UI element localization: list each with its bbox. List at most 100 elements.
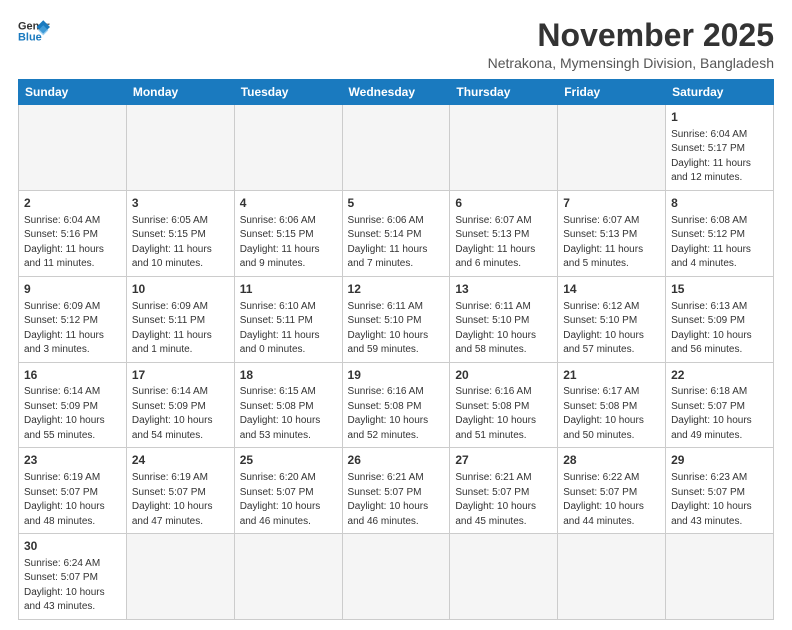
day-info: Sunrise: 6:06 AM Sunset: 5:14 PM Dayligh… xyxy=(348,214,445,272)
calendar-week-row: 23Sunrise: 6:19 AM Sunset: 5:07 PM Dayli… xyxy=(19,448,774,534)
table-row: 5 Sunrise: 6:06 AM Sunset: 5:14 PM Daylig… xyxy=(342,190,450,276)
day-info: Sunrise: 6:19 AM Sunset: 5:07 PM Dayligh… xyxy=(24,471,121,529)
day-info: Sunrise: 6:04 AM Sunset: 5:17 PM Dayligh… xyxy=(671,128,768,186)
day-number: 27 xyxy=(455,452,552,469)
table-row: 30Sunrise: 6:24 AM Sunset: 5:07 PM Dayli… xyxy=(19,534,127,620)
day-info: Sunrise: 6:22 AM Sunset: 5:07 PM Dayligh… xyxy=(563,471,660,529)
svg-text:Blue: Blue xyxy=(18,31,42,43)
day-number: 14 xyxy=(563,281,660,298)
day-info: Sunrise: 6:18 AM Sunset: 5:07 PM Dayligh… xyxy=(671,385,768,443)
day-info: Sunrise: 6:21 AM Sunset: 5:07 PM Dayligh… xyxy=(455,471,552,529)
day-info: Sunrise: 6:07 AM Sunset: 5:13 PM Dayligh… xyxy=(455,214,552,272)
day-info: Sunrise: 6:17 AM Sunset: 5:08 PM Dayligh… xyxy=(563,385,660,443)
table-row: 8 Sunrise: 6:08 AM Sunset: 5:12 PM Daylig… xyxy=(666,190,774,276)
table-row: 27 Sunrise: 6:21 AM Sunset: 5:07 PM Dayli… xyxy=(450,448,558,534)
day-info: Sunrise: 6:12 AM Sunset: 5:10 PM Dayligh… xyxy=(563,300,660,358)
col-saturday: Saturday xyxy=(666,80,774,105)
table-row xyxy=(234,105,342,191)
day-info: Sunrise: 6:08 AM Sunset: 5:12 PM Dayligh… xyxy=(671,214,768,272)
day-number: 5 xyxy=(348,195,445,212)
table-row: 22Sunrise: 6:18 AM Sunset: 5:07 PM Dayli… xyxy=(666,362,774,448)
table-row: 6 Sunrise: 6:07 AM Sunset: 5:13 PM Daylig… xyxy=(450,190,558,276)
calendar-week-row: 1 Sunrise: 6:04 AM Sunset: 5:17 PM Daylig… xyxy=(19,105,774,191)
table-row: 24 Sunrise: 6:19 AM Sunset: 5:07 PM Dayli… xyxy=(126,448,234,534)
day-info: Sunrise: 6:14 AM Sunset: 5:09 PM Dayligh… xyxy=(132,385,229,443)
table-row xyxy=(666,534,774,620)
day-number: 11 xyxy=(240,281,337,298)
day-number: 1 xyxy=(671,109,768,126)
col-wednesday: Wednesday xyxy=(342,80,450,105)
table-row: 17Sunrise: 6:14 AM Sunset: 5:09 PM Dayli… xyxy=(126,362,234,448)
table-row xyxy=(558,534,666,620)
day-number: 3 xyxy=(132,195,229,212)
col-sunday: Sunday xyxy=(19,80,127,105)
table-row: 9 Sunrise: 6:09 AM Sunset: 5:12 PM Daylig… xyxy=(19,276,127,362)
table-row: 14 Sunrise: 6:12 AM Sunset: 5:10 PM Dayli… xyxy=(558,276,666,362)
day-info: Sunrise: 6:19 AM Sunset: 5:07 PM Dayligh… xyxy=(132,471,229,529)
day-number: 17 xyxy=(132,367,229,384)
day-info: Sunrise: 6:11 AM Sunset: 5:10 PM Dayligh… xyxy=(348,300,445,358)
table-row: 21Sunrise: 6:17 AM Sunset: 5:08 PM Dayli… xyxy=(558,362,666,448)
day-number: 12 xyxy=(348,281,445,298)
day-number: 6 xyxy=(455,195,552,212)
day-number: 20 xyxy=(455,367,552,384)
day-number: 22 xyxy=(671,367,768,384)
day-info: Sunrise: 6:14 AM Sunset: 5:09 PM Dayligh… xyxy=(24,385,121,443)
table-row: 26 Sunrise: 6:21 AM Sunset: 5:07 PM Dayli… xyxy=(342,448,450,534)
table-row: 19Sunrise: 6:16 AM Sunset: 5:08 PM Dayli… xyxy=(342,362,450,448)
day-info: Sunrise: 6:15 AM Sunset: 5:08 PM Dayligh… xyxy=(240,385,337,443)
table-row: 16Sunrise: 6:14 AM Sunset: 5:09 PM Dayli… xyxy=(19,362,127,448)
day-info: Sunrise: 6:20 AM Sunset: 5:07 PM Dayligh… xyxy=(240,471,337,529)
page: General Blue November 2025 Netrakona, My… xyxy=(0,0,792,630)
table-row: 28Sunrise: 6:22 AM Sunset: 5:07 PM Dayli… xyxy=(558,448,666,534)
calendar-week-row: 30Sunrise: 6:24 AM Sunset: 5:07 PM Dayli… xyxy=(19,534,774,620)
day-number: 24 xyxy=(132,452,229,469)
day-info: Sunrise: 6:16 AM Sunset: 5:08 PM Dayligh… xyxy=(348,385,445,443)
day-info: Sunrise: 6:10 AM Sunset: 5:11 PM Dayligh… xyxy=(240,300,337,358)
subtitle: Netrakona, Mymensingh Division, Banglade… xyxy=(488,55,774,71)
col-thursday: Thursday xyxy=(450,80,558,105)
table-row: 1 Sunrise: 6:04 AM Sunset: 5:17 PM Daylig… xyxy=(666,105,774,191)
table-row: 4Sunrise: 6:06 AM Sunset: 5:15 PM Daylig… xyxy=(234,190,342,276)
table-row: 11 Sunrise: 6:10 AM Sunset: 5:11 PM Dayli… xyxy=(234,276,342,362)
table-row: 15 Sunrise: 6:13 AM Sunset: 5:09 PM Dayli… xyxy=(666,276,774,362)
table-row: 20Sunrise: 6:16 AM Sunset: 5:08 PM Dayli… xyxy=(450,362,558,448)
day-info: Sunrise: 6:07 AM Sunset: 5:13 PM Dayligh… xyxy=(563,214,660,272)
month-title: November 2025 xyxy=(488,18,774,53)
day-number: 10 xyxy=(132,281,229,298)
table-row: 10Sunrise: 6:09 AM Sunset: 5:11 PM Dayli… xyxy=(126,276,234,362)
day-number: 8 xyxy=(671,195,768,212)
day-number: 16 xyxy=(24,367,121,384)
calendar-header-row: Sunday Monday Tuesday Wednesday Thursday… xyxy=(19,80,774,105)
day-info: Sunrise: 6:11 AM Sunset: 5:10 PM Dayligh… xyxy=(455,300,552,358)
col-tuesday: Tuesday xyxy=(234,80,342,105)
table-row: 13 Sunrise: 6:11 AM Sunset: 5:10 PM Dayli… xyxy=(450,276,558,362)
table-row: 23Sunrise: 6:19 AM Sunset: 5:07 PM Dayli… xyxy=(19,448,127,534)
col-friday: Friday xyxy=(558,80,666,105)
day-number: 21 xyxy=(563,367,660,384)
table-row xyxy=(234,534,342,620)
table-row xyxy=(126,105,234,191)
table-row xyxy=(342,105,450,191)
logo: General Blue xyxy=(18,18,50,46)
day-info: Sunrise: 6:05 AM Sunset: 5:15 PM Dayligh… xyxy=(132,214,229,272)
day-number: 26 xyxy=(348,452,445,469)
day-info: Sunrise: 6:09 AM Sunset: 5:12 PM Dayligh… xyxy=(24,300,121,358)
generalblue-logo-icon: General Blue xyxy=(18,18,50,46)
table-row: 3 Sunrise: 6:05 AM Sunset: 5:15 PM Daylig… xyxy=(126,190,234,276)
header: General Blue November 2025 Netrakona, My… xyxy=(18,18,774,71)
day-number: 13 xyxy=(455,281,552,298)
table-row: 2Sunrise: 6:04 AM Sunset: 5:16 PM Daylig… xyxy=(19,190,127,276)
table-row xyxy=(450,105,558,191)
day-info: Sunrise: 6:21 AM Sunset: 5:07 PM Dayligh… xyxy=(348,471,445,529)
calendar-table: Sunday Monday Tuesday Wednesday Thursday… xyxy=(18,79,774,620)
day-number: 15 xyxy=(671,281,768,298)
title-section: November 2025 Netrakona, Mymensingh Divi… xyxy=(488,18,774,71)
day-info: Sunrise: 6:16 AM Sunset: 5:08 PM Dayligh… xyxy=(455,385,552,443)
day-number: 18 xyxy=(240,367,337,384)
day-info: Sunrise: 6:13 AM Sunset: 5:09 PM Dayligh… xyxy=(671,300,768,358)
day-number: 4 xyxy=(240,195,337,212)
day-number: 25 xyxy=(240,452,337,469)
day-number: 9 xyxy=(24,281,121,298)
day-info: Sunrise: 6:04 AM Sunset: 5:16 PM Dayligh… xyxy=(24,214,121,272)
